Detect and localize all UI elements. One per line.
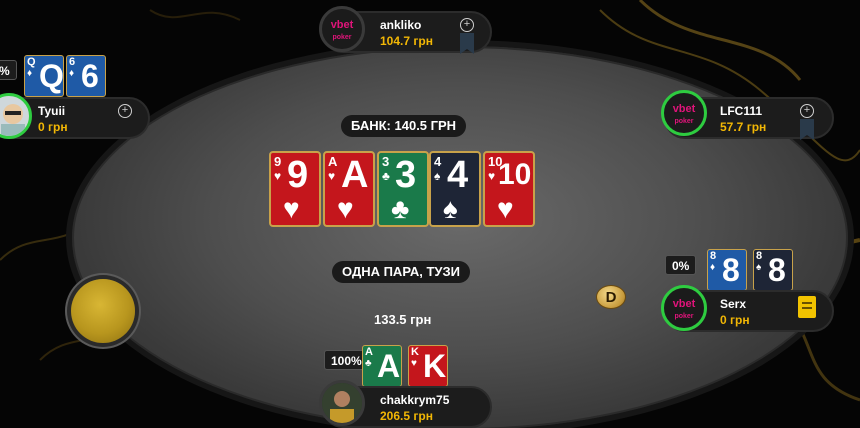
card-suit-corner: ♦: [710, 262, 716, 273]
card-rank: 4: [447, 154, 469, 196]
card-suit-corner: ♦: [27, 68, 33, 79]
board-card: A ♥ A ♥: [323, 151, 375, 227]
equity-badge: %: [0, 60, 17, 80]
brand-sub: poker: [674, 118, 694, 125]
board-card: 3 ♣ 3 ♣: [377, 151, 429, 227]
card-suit-corner: ♥: [328, 169, 336, 183]
hole-card: 6 ♦ 6: [66, 55, 106, 97]
pot-label: БАНК: 140.5 ГРН: [341, 115, 467, 137]
player-name: Serx: [720, 297, 747, 311]
card-suit-corner: ♥: [274, 169, 282, 183]
bet-amount: 133.5 грн: [374, 312, 432, 327]
notes-icon[interactable]: [798, 296, 816, 318]
hole-card: 8 ♦ 8: [707, 249, 747, 291]
player-chips: 104.7 грн: [380, 34, 433, 48]
avatar: vbet poker: [661, 90, 707, 136]
brand-mark: vbet: [672, 103, 696, 115]
card-rank-corner: 4: [434, 154, 442, 169]
avatar: vbet poker: [319, 6, 365, 52]
brand-sub: poker: [332, 34, 352, 41]
hole-card: A ♣ A: [362, 345, 402, 387]
bookmark-icon[interactable]: [800, 119, 814, 140]
card-suit-corner: ♣: [365, 358, 372, 369]
player-name: LFC111: [720, 104, 763, 118]
card-rank-corner: 8: [756, 250, 763, 262]
brand-mark: vbet: [330, 19, 354, 31]
card-rank: K: [423, 348, 447, 384]
user-face-icon: [1, 104, 25, 136]
player-chips: 0 грн: [720, 313, 750, 327]
card-suit-corner: ♠: [756, 262, 762, 273]
player-name: ankliko: [380, 18, 422, 32]
card-suit-corner: ♠: [434, 169, 441, 183]
card-rank: 6: [81, 58, 99, 94]
card-rank-corner: 8: [710, 250, 717, 262]
card-rank-corner: 9: [274, 154, 282, 169]
card-suit: ♥: [283, 193, 300, 224]
card-rank: 3: [395, 154, 417, 196]
card-rank: 8: [722, 252, 740, 288]
card-rank: 10: [498, 158, 532, 191]
board-card: 10 ♥ 10 ♥: [483, 151, 535, 227]
avatar: vbet poker: [661, 285, 707, 331]
brand-sub: poker: [674, 313, 694, 320]
user-photo-icon: [322, 383, 362, 423]
brand-mark: vbet: [672, 298, 696, 310]
card-rank-corner: 6: [69, 56, 76, 68]
hole-card: K ♥ K: [408, 345, 448, 387]
card-rank-corner: Q: [27, 56, 36, 68]
player-name: chakkrym75: [380, 393, 450, 407]
dealer-button: D: [596, 285, 626, 309]
card-suit-corner: ♣: [382, 169, 390, 183]
card-rank-corner: K: [411, 346, 419, 358]
card-suit: ♥: [337, 193, 354, 224]
hole-card: 8 ♠ 8: [753, 249, 793, 291]
player-name: Tyuii: [38, 104, 66, 118]
card-rank-corner: A: [328, 154, 338, 169]
card-suit: ♠: [443, 193, 458, 224]
vbet-logo-icon: vbet poker: [664, 288, 704, 328]
board-card: 4 ♠ 4 ♠: [429, 151, 481, 227]
card-suit-corner: ♥: [411, 358, 417, 369]
card-suit-corner: ♥: [488, 169, 496, 183]
bookmark-icon[interactable]: [460, 33, 474, 54]
player-chips: 206.5 грн: [380, 409, 433, 423]
card-rank: 9: [287, 154, 309, 196]
vbet-logo-icon: vbet poker: [322, 9, 362, 49]
card-rank: A: [377, 348, 401, 384]
add-chips-icon[interactable]: +: [800, 104, 814, 118]
add-chips-icon[interactable]: +: [118, 104, 132, 118]
card-suit: ♣: [391, 193, 410, 224]
action-button[interactable]: [71, 279, 135, 343]
vbet-logo-icon: vbet poker: [664, 93, 704, 133]
hand-result-label: ОДНА ПАРА, ТУЗИ: [332, 261, 470, 283]
card-rank: 8: [768, 252, 786, 288]
avatar: [319, 380, 365, 426]
hole-card: Q ♦ Q: [24, 55, 64, 97]
player-chips: 57.7 грн: [720, 120, 767, 134]
card-suit: ♥: [497, 193, 514, 224]
card-rank: A: [341, 154, 369, 196]
card-rank: Q: [39, 58, 64, 94]
player-chips: 0 грн: [38, 120, 68, 134]
board-card: 9 ♥ 9 ♥: [269, 151, 321, 227]
card-rank-corner: A: [365, 346, 373, 358]
equity-badge: 0%: [665, 255, 697, 275]
card-rank-corner: 3: [382, 154, 390, 169]
card-suit-corner: ♦: [69, 68, 75, 79]
add-chips-icon[interactable]: +: [460, 18, 474, 32]
